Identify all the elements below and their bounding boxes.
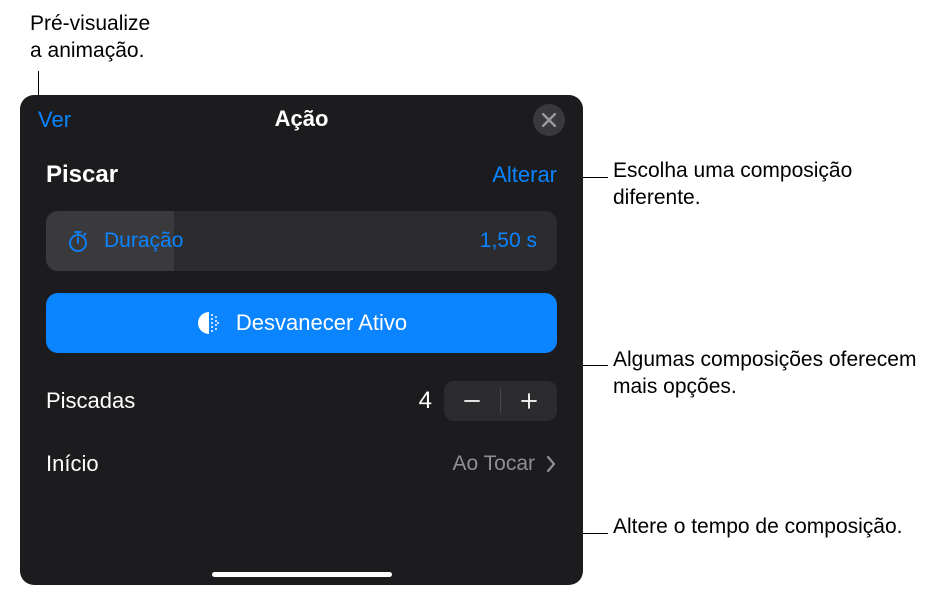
effect-name: Piscar — [46, 161, 118, 189]
chevron-right-icon — [545, 455, 557, 473]
stopwatch-icon — [66, 229, 90, 253]
start-row[interactable]: Início Ao Tocar — [46, 451, 557, 477]
plus-icon — [519, 391, 539, 411]
blinks-value: 4 — [404, 387, 432, 415]
fade-icon — [196, 310, 222, 336]
home-indicator — [212, 572, 392, 577]
change-button[interactable]: Alterar — [492, 162, 557, 188]
fade-active-button[interactable]: Desvanecer Ativo — [46, 293, 557, 353]
callout-preview: Pré-visualize a animação. — [30, 10, 150, 65]
blinks-stepper — [444, 381, 557, 421]
fade-label: Desvanecer Ativo — [236, 310, 407, 336]
stepper-plus-button[interactable] — [501, 381, 557, 421]
close-icon — [542, 113, 556, 127]
action-panel: Ver Ação Piscar Alterar Duração — [20, 95, 583, 585]
minus-icon — [462, 391, 482, 411]
duration-control[interactable]: Duração 1,50 s — [46, 211, 557, 271]
start-value: Ao Tocar — [453, 452, 536, 476]
stepper-minus-button[interactable] — [444, 381, 500, 421]
callout-options: Algumas composições oferecem mais opções… — [613, 346, 933, 401]
blinks-label: Piscadas — [46, 388, 135, 414]
preview-button[interactable]: Ver — [38, 107, 71, 133]
callout-choose: Escolha uma composição diferente. — [613, 157, 923, 212]
callout-timing: Altere o tempo de composição. — [613, 513, 923, 540]
panel-title: Ação — [275, 106, 329, 132]
blinks-row: Piscadas 4 — [46, 381, 557, 421]
effect-row: Piscar Alterar — [20, 143, 583, 211]
start-label: Início — [46, 451, 99, 477]
panel-header: Ver Ação — [20, 95, 583, 143]
duration-label: Duração — [104, 229, 183, 253]
close-button[interactable] — [533, 104, 565, 136]
duration-value: 1,50 s — [480, 229, 537, 253]
